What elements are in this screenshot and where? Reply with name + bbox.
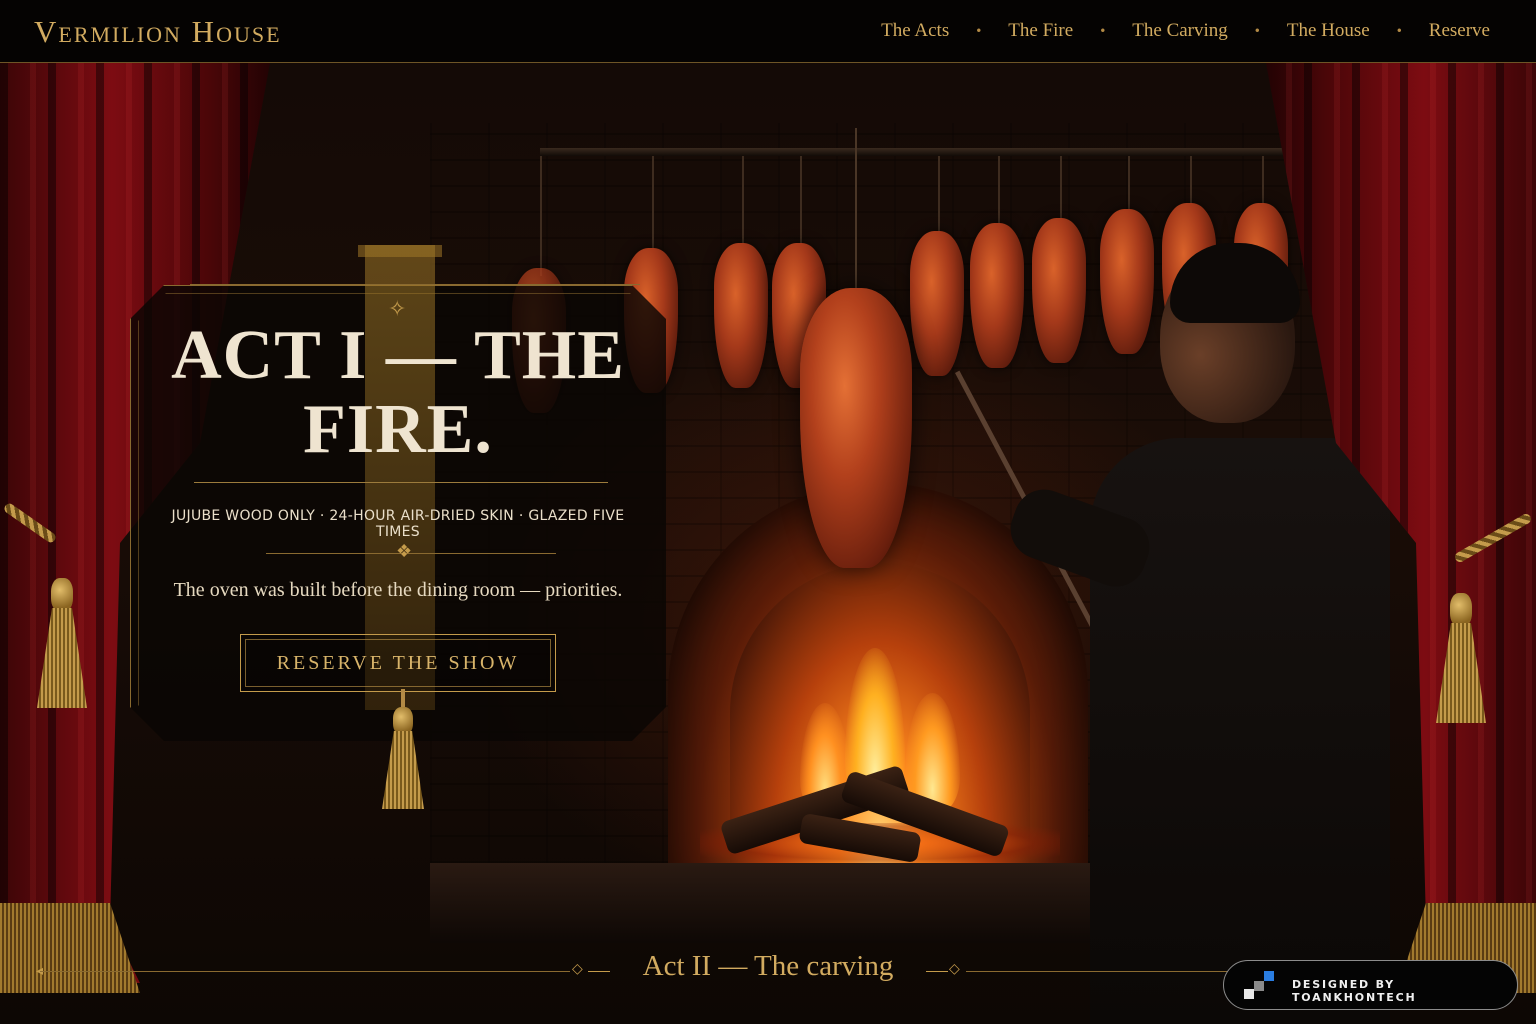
hero-card: ✧ ACT I — THE FIRE. JUJUBE WOOD ONLY · 2… — [130, 245, 666, 809]
hook — [652, 156, 654, 256]
act-nav-rule-left — [40, 971, 570, 972]
hanging-duck — [910, 231, 964, 376]
hanging-duck — [714, 243, 768, 388]
site-header: Vermilion House The Acts • The Fire • Th… — [0, 0, 1536, 63]
hook — [742, 156, 744, 248]
hero-title-line2: FIRE. — [303, 391, 493, 468]
right-gold-tassel-icon — [1436, 593, 1486, 723]
nav-link-the-fire[interactable]: The Fire — [1008, 20, 1073, 42]
featured-roast-duck — [800, 288, 912, 568]
designer-credit-badge[interactable]: DESIGNED BY TOANKHONTECH — [1223, 960, 1518, 1010]
act-nav-rule-right — [966, 971, 1256, 972]
hero-features-line: JUJUBE WOOD ONLY · 24-HOUR AIR-DRIED SKI… — [171, 508, 625, 540]
hanging-duck — [970, 223, 1024, 368]
nav-link-the-house[interactable]: The House — [1287, 20, 1370, 42]
hook — [540, 156, 542, 276]
brand-logo[interactable]: Vermilion House — [34, 14, 282, 50]
act-nav-dash — [926, 971, 948, 972]
nav-link-reserve[interactable]: Reserve — [1429, 20, 1490, 42]
nav-separator: • — [975, 24, 983, 38]
hook — [1262, 156, 1264, 206]
nav-link-the-acts[interactable]: The Acts — [881, 20, 949, 42]
button-inner-border — [245, 639, 551, 687]
hero-title: ACT I — THE FIRE. — [170, 319, 626, 467]
nav-separator: • — [1253, 24, 1261, 38]
nav-separator: • — [1395, 24, 1403, 38]
oven-hearth — [430, 863, 1150, 943]
diamond-ornament-icon: ❖ — [396, 541, 413, 562]
card-gold-tassel-icon — [382, 689, 424, 809]
nav-link-the-carving[interactable]: The Carving — [1132, 20, 1228, 42]
hook — [1190, 156, 1192, 206]
left-gold-tassel-icon — [37, 578, 87, 708]
diamond-ornament-icon: ◇ — [949, 961, 960, 977]
credit-label: DESIGNED BY TOANKHONTECH — [1292, 978, 1417, 1004]
hook — [800, 156, 802, 248]
reserve-the-show-button[interactable]: RESERVE THE SHOW — [240, 634, 556, 692]
hero-title-line1: ACT I — THE — [171, 317, 625, 394]
hook — [1128, 156, 1130, 212]
card-top-rule — [190, 284, 640, 285]
hook — [855, 128, 857, 298]
hanging-duck — [1032, 218, 1086, 363]
hanging-rail — [540, 148, 1340, 156]
hook — [1060, 156, 1062, 222]
hero-tagline: The oven was built before the dining roo… — [173, 579, 623, 601]
next-act-link[interactable]: Act II — The carving — [600, 950, 936, 983]
diamond-ornament-icon: ◇ — [572, 961, 583, 977]
title-divider — [194, 482, 608, 483]
main-nav: The Acts • The Fire • The Carving • The … — [881, 20, 1490, 42]
hook — [998, 156, 1000, 228]
hanging-duck — [1100, 209, 1154, 354]
pixel-squares-logo-icon — [1244, 971, 1278, 1001]
hook — [938, 156, 940, 236]
nav-separator: • — [1099, 24, 1107, 38]
